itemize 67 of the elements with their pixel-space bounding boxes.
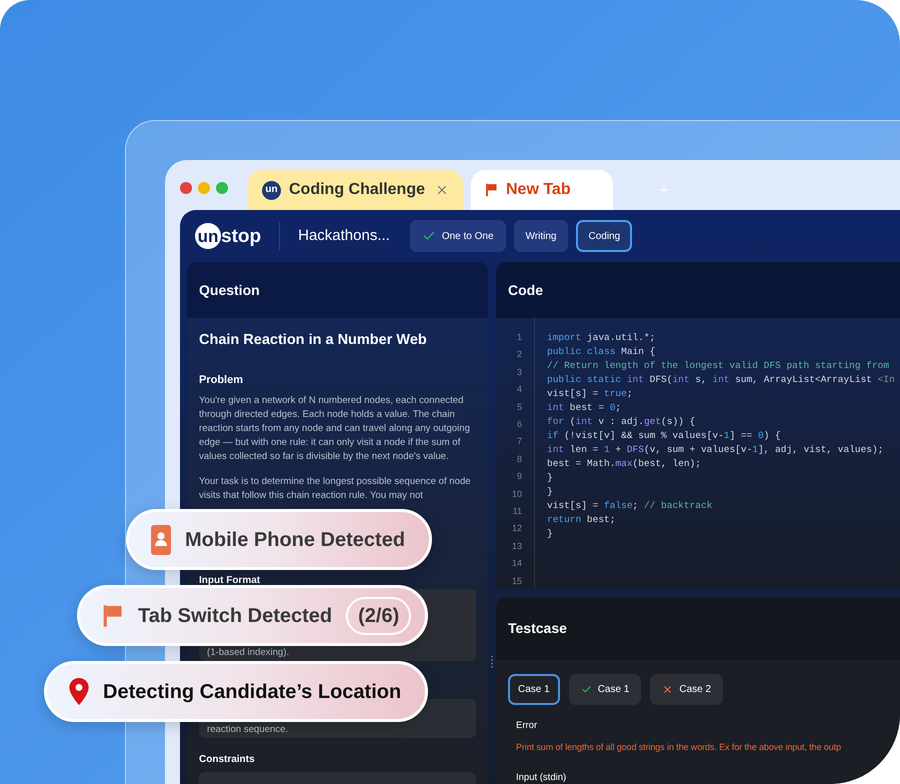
page-title: Hackathons...	[298, 226, 390, 246]
section-label: Constraints	[199, 754, 256, 766]
flag-icon	[485, 183, 498, 197]
browser-tab[interactable]: un Coding Challenge	[248, 170, 463, 210]
line-number: 12	[512, 522, 522, 536]
case-tab[interactable]: Case 1	[568, 674, 642, 705]
round-chip[interactable]: Coding	[576, 220, 632, 252]
line-number: 9	[516, 470, 522, 484]
line-number: 3	[516, 366, 522, 379]
line-number: 15	[512, 574, 522, 588]
format-text: reaction sequence.	[207, 723, 290, 736]
code-line: // Return length of the longest valid DFS path starting from	[547, 359, 890, 373]
alert-text: Tab Switch Detected	[138, 604, 332, 628]
check-icon	[580, 684, 592, 695]
unstop-logo: un stop	[195, 223, 262, 249]
error-message: Print sum of lengths of all good strings in the words. Ex for the above input, the outp	[516, 741, 842, 754]
error-label: Error	[516, 719, 538, 733]
alert-text: Detecting Candidate’s Location	[103, 680, 402, 704]
case-tab[interactable]: Case 2	[650, 674, 724, 705]
code-line: if (!vist[v] && sum % values[v-1] == 0) {	[547, 429, 782, 443]
id-card-icon	[151, 524, 171, 554]
code-line: }	[547, 527, 554, 541]
code-line: for (int v : adj.get(s)) {	[547, 415, 696, 429]
code-line: }	[547, 485, 554, 499]
panel-title: Testcase	[508, 619, 567, 638]
format-text: (1-based indexing).	[207, 646, 290, 659]
line-number: 7	[516, 435, 522, 448]
flag-icon	[102, 604, 124, 628]
line-number: 6	[516, 418, 522, 432]
line-number: 5	[516, 400, 522, 414]
code-line: public class Main {	[547, 345, 656, 359]
line-number: 11	[512, 505, 522, 518]
drag-handle-icon[interactable]	[491, 655, 493, 669]
input-label: Input (stdin)	[516, 770, 568, 784]
problem-paragraph: Your task is to determine the longest possible sequence of node visits that follow this chain reaction rule. You may not	[199, 475, 472, 504]
line-number: 14	[512, 557, 522, 570]
line-number: 1	[516, 331, 522, 344]
code-line: best = Math.max(best, len);	[547, 457, 702, 471]
round-chip[interactable]: One to One	[410, 220, 506, 252]
code-line: import java.util.*;	[547, 331, 656, 345]
code-line: int len = 1 + DFS(v, sum + values[v-1], adj, vist, values);	[547, 443, 884, 457]
question-title: Chain Reaction in a Number Web	[199, 331, 428, 350]
line-number: 8	[516, 452, 522, 466]
round-chip[interactable]: Writing	[514, 220, 568, 252]
browser-tab[interactable]: New Tab	[471, 170, 613, 210]
code-line: return best;	[547, 513, 616, 527]
case-tab[interactable]: Case 1	[508, 674, 560, 705]
close-icon[interactable]	[435, 183, 449, 197]
code-line: vist[s] = true;	[547, 387, 634, 401]
code-line: public static int DFS(int s, int sum, ArrayList<ArrayList <In	[547, 373, 895, 387]
tab-logo-icon: un	[262, 180, 281, 200]
alert-count: (2/6)	[346, 596, 412, 634]
line-number: 10	[512, 488, 522, 501]
code-line: }	[547, 471, 554, 485]
section-label: Problem	[199, 372, 244, 388]
code-line: int best = 0;	[547, 401, 622, 415]
code-line: vist[s] = false; // backtrack	[547, 499, 714, 513]
line-number: 13	[512, 540, 522, 553]
line-number: 4	[516, 383, 522, 396]
alert-text: Mobile Phone Detected	[185, 528, 406, 552]
panel-title: Code	[508, 280, 543, 300]
section-label: Input Format	[199, 575, 262, 587]
location-pin-icon	[69, 678, 89, 705]
cross-icon	[662, 684, 674, 695]
panel-title: Question	[199, 280, 260, 300]
line-number: 2	[516, 348, 522, 362]
problem-paragraph: You're given a network of N numbered nodes, each connected through directed edges. Each node holds a value. The chain reaction starts from any node and can travel along any outgoing edge — but with one rule: it can only visit a node if the sum of values collected so far is divisible by the next node's value.	[199, 394, 471, 464]
